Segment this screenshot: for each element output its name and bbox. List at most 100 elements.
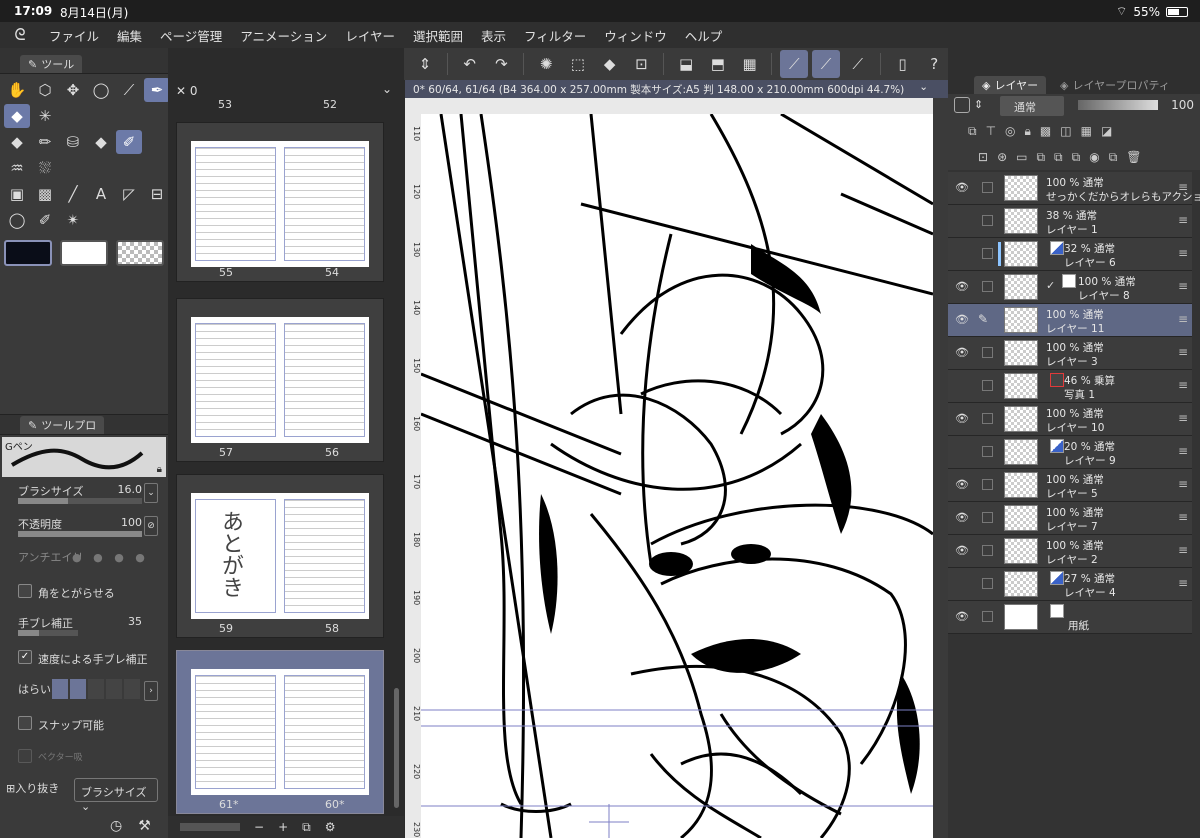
menu-item[interactable]: ウィンドウ [595,26,676,45]
csp-logo-icon[interactable]: ᘓ [0,25,40,45]
clock-icon[interactable]: ◷ [110,818,122,834]
layer-row[interactable]: 27 % 通常 レイヤー 4 ≡ [948,568,1192,601]
tab-tool[interactable]: ✎ ツール [20,55,83,73]
eye-icon[interactable]: 👁︎ [955,478,969,491]
chevron-down-icon[interactable]: ⌄ [919,81,928,93]
opacity-slider[interactable] [18,531,142,537]
fill-icon[interactable]: ◆ [596,50,624,78]
merge-icon[interactable]: ⧉ [1054,150,1063,165]
delete-icon[interactable]: 🗑︎ [1126,150,1141,164]
layer-checkbox[interactable] [982,413,993,424]
menu-item[interactable]: 編集 [108,26,151,45]
pressure-icon[interactable]: ⌄ [144,483,158,503]
antialias-dots[interactable]: ● ● ● ● [72,551,149,564]
selection-icon[interactable]: ▦ [736,50,764,78]
eye-icon[interactable]: 👁︎ [955,346,969,359]
bucket-icon[interactable]: ⛁ [60,130,86,154]
zoom-out-button[interactable]: − [254,820,264,834]
operation-icon[interactable]: ⬡ [32,78,58,102]
clip-icon[interactable]: ⧉ [968,124,977,139]
page-spread[interactable]: 57 56 [176,298,384,462]
layer-checkbox[interactable] [982,347,993,358]
copy-icon[interactable]: ⧉ [1072,150,1081,165]
page-spread[interactable]: 55 54 [176,122,384,282]
layer-row[interactable]: 20 % 通常 レイヤー 9 ≡ [948,436,1192,469]
tab-layer[interactable]: ◈ レイヤー [974,76,1047,94]
lasso-icon[interactable]: ◯ [88,78,114,102]
blend-icon[interactable]: ♒ [4,156,30,180]
page-spread[interactable]: あとがき 59 58 [176,474,384,638]
menu-item[interactable]: レイヤー [336,26,404,45]
thumbnail-size-slider[interactable] [180,823,240,831]
menu-item[interactable]: 選択範囲 [404,26,472,45]
layer-menu-icon[interactable]: ≡ [1178,477,1188,491]
help-icon[interactable]: ? [920,50,948,78]
layer-checkbox[interactable] [982,281,993,292]
transparent-swatch[interactable] [116,240,164,266]
spray-icon[interactable]: ⛆ [32,156,58,180]
layer-row[interactable]: 👁︎ 用紙 [948,601,1192,634]
chevron-right-icon[interactable]: › [144,681,158,701]
opacity-row[interactable]: 不透明度 100 ⊘ [0,510,168,543]
eye-icon[interactable]: 👁︎ [955,511,969,524]
menu-item[interactable]: フィルター [515,26,595,45]
layer-checkbox[interactable] [982,545,993,556]
eraser2-icon[interactable]: ◆ [88,130,114,154]
tab-layer-property[interactable]: ◈ レイヤープロパティ [1052,76,1178,94]
canvas-paper[interactable] [421,114,933,838]
layer-menu-icon[interactable]: ≡ [1178,213,1188,227]
page-scrollbar[interactable] [394,688,399,808]
layer-row[interactable]: 👁︎ 100 % 通常 レイヤー 10 ≡ [948,403,1192,436]
layer-menu-icon[interactable]: ≡ [1178,510,1188,524]
vector-row[interactable]: ベクター吸 [0,741,168,774]
layer-row[interactable]: 38 % 通常 レイヤー 1 ≡ [948,205,1192,238]
new-vector-layer-icon[interactable]: ⊛ [997,150,1007,164]
move-icon[interactable]: ✥ [60,78,86,102]
layer-checkbox[interactable] [982,215,993,226]
deselect-icon[interactable]: ⬓ [672,50,700,78]
vector-checkbox[interactable] [18,749,32,763]
smartphone-icon[interactable]: ▯ [889,50,917,78]
taper-boxes[interactable] [52,679,140,699]
layer-row[interactable]: 👁︎ 100 % 通常 せっかくだからオレらもアクショ ≡ [948,172,1200,205]
redo-icon[interactable]: ↷ [488,50,516,78]
hand-icon[interactable]: ✋ [4,78,30,102]
ruler-show-icon[interactable]: ▦ [1081,124,1092,138]
airbrush-icon[interactable]: ✐ [116,130,142,154]
balloon-icon[interactable]: ◸ [116,182,142,206]
layer-checkbox[interactable] [982,611,993,622]
chevron-down-icon[interactable]: ⌄ [382,82,392,96]
layer-color-icon[interactable] [954,97,970,113]
layer-row[interactable]: 46 % 乗算 写真 1 ≡ [948,370,1192,403]
apply-mask-icon[interactable]: ⧉ [1109,150,1118,165]
grid-snap-icon[interactable]: ⟋ [844,50,872,78]
layer-menu-icon[interactable]: ≡ [1178,345,1188,359]
layer-row[interactable]: 👁︎ ✓ 100 % 通常 レイヤー 8 ≡ [948,271,1192,304]
selection-diamond-icon[interactable]: ◆ [4,104,30,128]
zoom-in-button[interactable]: + [278,820,288,834]
layer-row[interactable]: 👁︎ 100 % 通常 レイヤー 7 ≡ [948,502,1192,535]
settings-icon[interactable]: ⚙ [325,820,336,834]
text-icon[interactable]: A [88,182,114,206]
main-color-swatch[interactable] [4,240,52,266]
special-ruler-snap-icon[interactable]: ⟋ [812,50,840,78]
page-search[interactable]: ✕ 0 [176,84,198,98]
lock-icon[interactable]: 🔒︎ [1025,124,1031,139]
invert-selection-icon[interactable]: ⬒ [704,50,732,78]
layer-row[interactable]: 32 % 通常 レイヤー 6 ≡ [948,238,1192,271]
eye-icon[interactable]: 👁︎ [955,412,969,425]
lock-icon[interactable]: 🔒︎ [157,464,162,475]
layer-checkbox[interactable] [982,248,993,259]
layer-checkbox[interactable] [982,512,993,523]
loading-icon[interactable]: ✺ [532,50,560,78]
layer-row[interactable]: 👁︎ ✎ 100 % 通常 レイヤー 11 ≡ [948,304,1192,337]
sparkle-icon[interactable]: ✴ [60,208,86,232]
ruler-snap-icon[interactable]: ⟋ [780,50,809,78]
antialias-row[interactable]: アンチエイリ ● ● ● ● [0,543,168,576]
correct-line-icon[interactable]: ✐ [32,208,58,232]
page-spread-selected[interactable]: 61* 60* [176,650,384,814]
reference-icon[interactable]: ⊤ [986,124,996,138]
comment-icon[interactable]: ◯ [4,208,30,232]
layer-opacity-slider[interactable] [1078,100,1158,110]
sharp-corners-row[interactable]: 角をとがらせる [0,576,168,609]
